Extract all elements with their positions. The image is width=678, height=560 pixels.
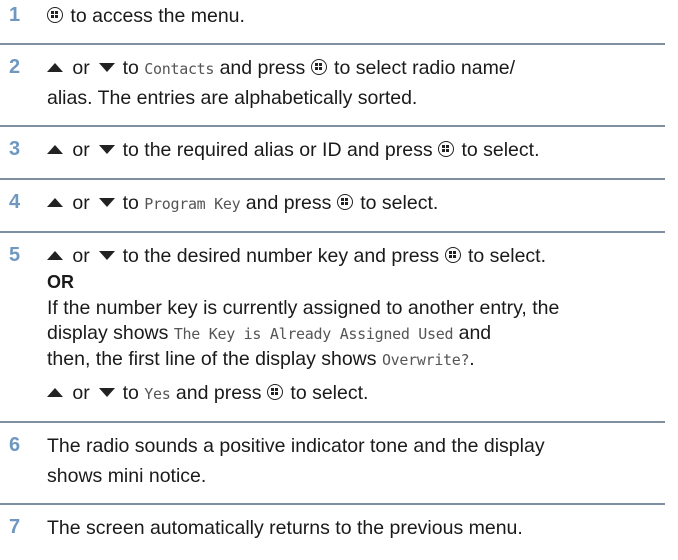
display-message-overwrite: Overwrite?	[381, 351, 470, 369]
step-divider	[0, 43, 665, 45]
step-text: The radio sounds a positive indicator to…	[47, 435, 545, 457]
or-label: OR	[47, 272, 74, 292]
down-arrow-icon	[99, 63, 116, 72]
step-number: 2	[9, 56, 21, 78]
step-text: The screen automatically returns to the …	[47, 517, 523, 539]
up-arrow-icon	[47, 251, 63, 260]
down-arrow-icon	[99, 145, 116, 154]
step-text-alt-4: or to Yes and press to select.	[47, 381, 368, 406]
step-number: 7	[9, 516, 21, 538]
menu-item-yes: Yes	[144, 385, 171, 403]
step-text-alt-2: display shows The Key is Already Assigne…	[47, 322, 492, 344]
up-arrow-icon	[47, 198, 63, 207]
step-number: 5	[9, 244, 21, 266]
step-divider	[0, 503, 665, 505]
menu-item-program-key: Program Key	[144, 195, 241, 213]
step-number: 3	[9, 138, 21, 160]
step-number: 6	[9, 434, 21, 456]
step-text-continued: alias. The entries are alphabetically so…	[47, 87, 418, 109]
down-arrow-icon	[99, 251, 116, 260]
step-divider	[0, 421, 665, 423]
step-divider	[0, 125, 665, 127]
menu-ok-button-icon	[336, 194, 353, 210]
up-arrow-icon	[47, 145, 63, 154]
up-arrow-icon	[47, 63, 63, 72]
step-number: 1	[9, 4, 21, 26]
down-arrow-icon	[99, 388, 116, 397]
step-text: or to Contacts and press to select radio…	[47, 56, 515, 81]
down-arrow-icon	[99, 198, 116, 207]
menu-ok-button-icon	[444, 247, 461, 263]
step-text-alt-3: then, the first line of the display show…	[47, 348, 475, 370]
step-text: or to the desired number key and press t…	[47, 244, 546, 268]
up-arrow-icon	[47, 388, 63, 397]
step-number: 4	[9, 191, 21, 213]
display-message-already-assigned: The Key is Already Assigned Used	[173, 325, 454, 343]
step-divider	[0, 231, 665, 233]
step-text: or to the required alias or ID and press…	[47, 138, 540, 162]
step-text: or to Program Key and press to select.	[47, 191, 438, 216]
menu-ok-button-icon	[438, 141, 455, 157]
step-text: to access the menu.	[47, 4, 245, 28]
step-divider	[0, 178, 665, 180]
menu-ok-button-icon	[47, 7, 63, 23]
menu-item-contacts: Contacts	[144, 60, 215, 78]
menu-ok-button-icon	[310, 59, 327, 75]
step-text-alt-1: If the number key is currently assigned …	[47, 297, 560, 319]
menu-ok-button-icon	[266, 384, 283, 400]
step-text-continued: shows mini notice.	[47, 465, 207, 487]
